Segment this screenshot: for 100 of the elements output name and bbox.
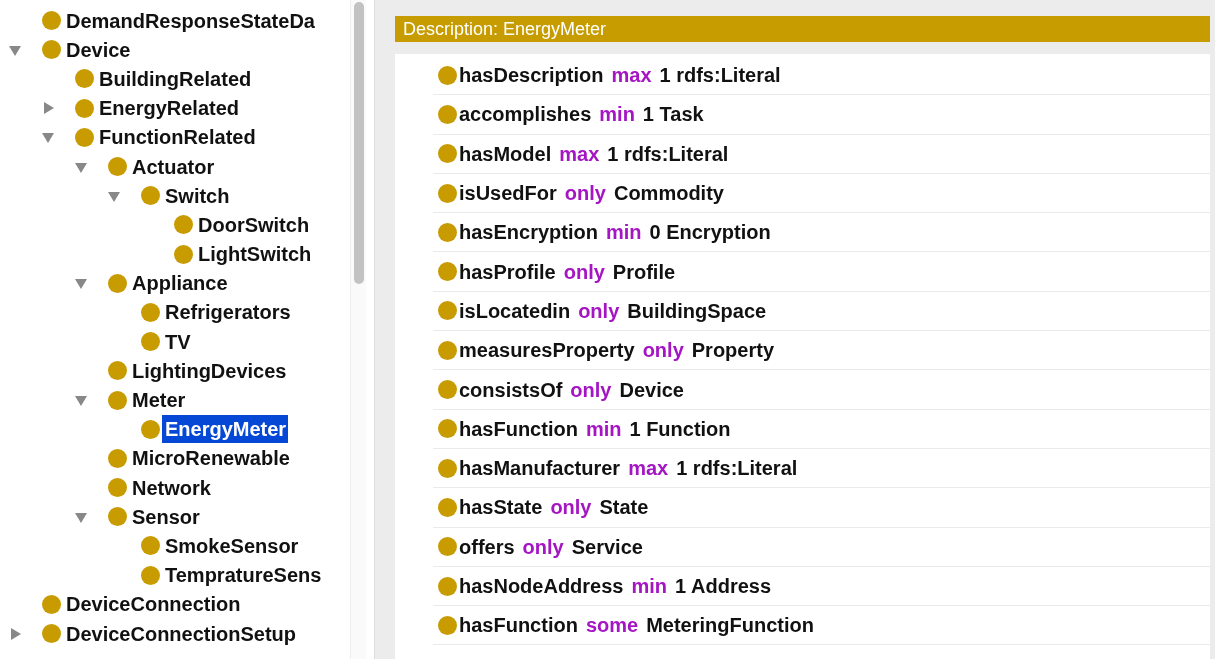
tree-item[interactable]: TV (162, 327, 193, 356)
class-icon (438, 340, 457, 360)
class-icon (438, 380, 457, 399)
tree-item[interactable]: Meter (129, 386, 188, 415)
class-icon (141, 302, 160, 322)
quantifier-keyword: only (522, 534, 564, 560)
tree-item[interactable]: DeviceConnection (63, 590, 243, 619)
tree-item[interactable]: LightSwitch (195, 240, 314, 269)
class-icon (75, 127, 94, 147)
restriction-row[interactable]: hasState only State (433, 488, 1210, 528)
filler-text: Device (619, 377, 684, 403)
property-name: isLocatedin (459, 298, 571, 324)
property-name: hasState (459, 495, 543, 521)
tree-item[interactable]: BuildingRelated (96, 64, 254, 93)
class-icon (438, 262, 457, 282)
quantifier-keyword: max (611, 63, 652, 89)
class-icon (141, 419, 160, 439)
class-icon (108, 361, 127, 381)
quantifier-keyword: only (642, 338, 684, 364)
tree-item[interactable]: DemandResponseStateDa (63, 6, 317, 35)
property-name: consistsOf (459, 377, 563, 403)
property-name: hasManufacturer (459, 456, 621, 482)
tree-item[interactable]: TempratureSens (162, 561, 324, 590)
class-icon (108, 157, 127, 177)
tree-item[interactable]: Device (63, 35, 133, 64)
filler-text: Service (571, 534, 643, 560)
property-name: hasFunction (459, 416, 578, 442)
tree-item[interactable]: Sensor (129, 502, 202, 531)
tree-item[interactable]: EnergyMeter (162, 415, 289, 444)
class-icon (174, 215, 193, 235)
class-icon (42, 624, 61, 644)
quantifier-keyword: some (585, 613, 639, 639)
class-icon (438, 497, 457, 517)
collapsed-arrow-icon[interactable] (8, 626, 22, 641)
restriction-row[interactable]: hasProfile only Profile (433, 252, 1210, 292)
class-icon (108, 448, 127, 468)
tree-item[interactable]: FunctionRelated (96, 123, 258, 152)
restriction-row[interactable]: isUsedFor only Commodity (433, 173, 1210, 214)
tree-item[interactable]: Switch (162, 181, 232, 210)
expanded-arrow-icon[interactable] (41, 130, 55, 145)
filler-text: 1 Address (675, 574, 772, 599)
class-icon (141, 565, 160, 585)
class-icon (141, 536, 160, 556)
property-name: offers (459, 534, 515, 560)
restriction-row[interactable]: hasNodeAddress min 1 Address (433, 566, 1210, 607)
restriction-row[interactable]: hasManufacturer max 1 rdfs:Literal (433, 448, 1210, 489)
tree-item[interactable]: Actuator (129, 152, 217, 181)
restriction-row[interactable]: hasModel max 1 rdfs:Literal (433, 134, 1210, 174)
class-icon (75, 98, 94, 118)
tree-item[interactable]: SmokeSensor (162, 531, 301, 560)
restriction-row[interactable]: hasEncryption min 0 Encryption (433, 213, 1210, 253)
collapsed-arrow-icon[interactable] (41, 101, 55, 116)
restriction-row[interactable]: measuresProperty only Property (433, 331, 1210, 371)
restriction-row[interactable]: hasDescription max 1 rdfs:Literal (433, 56, 1210, 96)
expanded-arrow-icon[interactable] (74, 393, 88, 408)
tree-item[interactable]: LightingDevices (129, 356, 289, 385)
property-name: measuresProperty (459, 338, 635, 364)
restriction-row[interactable]: offers only Service (433, 527, 1210, 567)
filler-text: Commodity (613, 181, 724, 207)
class-icon (108, 273, 127, 293)
property-name: accomplishes (459, 102, 592, 128)
filler-text: State (599, 495, 649, 521)
class-icon (108, 478, 127, 498)
tree-item[interactable]: Network (129, 473, 213, 502)
tree-item[interactable]: MicroRenewable (129, 444, 292, 473)
class-icon (438, 458, 457, 478)
restriction-row[interactable]: hasFunction min 1 Function (433, 409, 1210, 449)
property-name: hasProfile (459, 259, 556, 285)
restriction-row[interactable]: isLocatedin only BuildingSpace (433, 291, 1210, 332)
quantifier-keyword: min (599, 102, 635, 128)
class-icon (438, 301, 457, 321)
filler-text: Profile (612, 259, 676, 285)
class-icon (174, 244, 193, 264)
tree-item[interactable]: Refrigerators (162, 298, 293, 327)
filler-text: MeteringFunction (646, 613, 814, 639)
tree-item[interactable]: DeviceConnectionSetup (63, 619, 299, 648)
quantifier-keyword: only (564, 181, 606, 207)
restriction-row[interactable]: hasFunction some MeteringFunction (433, 606, 1210, 646)
quantifier-keyword: only (570, 377, 612, 403)
class-icon (108, 507, 127, 527)
class-icon (438, 615, 457, 635)
expanded-arrow-icon[interactable] (74, 276, 88, 291)
quantifier-keyword: max (628, 456, 669, 482)
scrollbar-thumb[interactable] (354, 2, 364, 284)
class-icon (438, 537, 457, 557)
tree-item[interactable]: EnergyRelated (96, 94, 242, 123)
restriction-row[interactable]: consistsOf only Device (433, 370, 1210, 410)
filler-text: 0 Encryption (649, 220, 771, 246)
class-icon (42, 11, 61, 31)
restriction-row[interactable]: accomplishes min 1 Task (433, 95, 1210, 135)
quantifier-keyword: only (563, 259, 605, 285)
quantifier-keyword: only (578, 298, 620, 324)
property-name: hasModel (459, 141, 552, 167)
filler-text: Property (691, 338, 775, 364)
tree-item[interactable]: Appliance (129, 269, 230, 298)
filler-text: 1 rdfs:Literal (607, 141, 729, 167)
tree-item[interactable]: DoorSwitch (195, 210, 312, 239)
filler-text: 1 Function (629, 416, 731, 442)
class-icon (438, 65, 457, 85)
class-icon (42, 40, 61, 60)
